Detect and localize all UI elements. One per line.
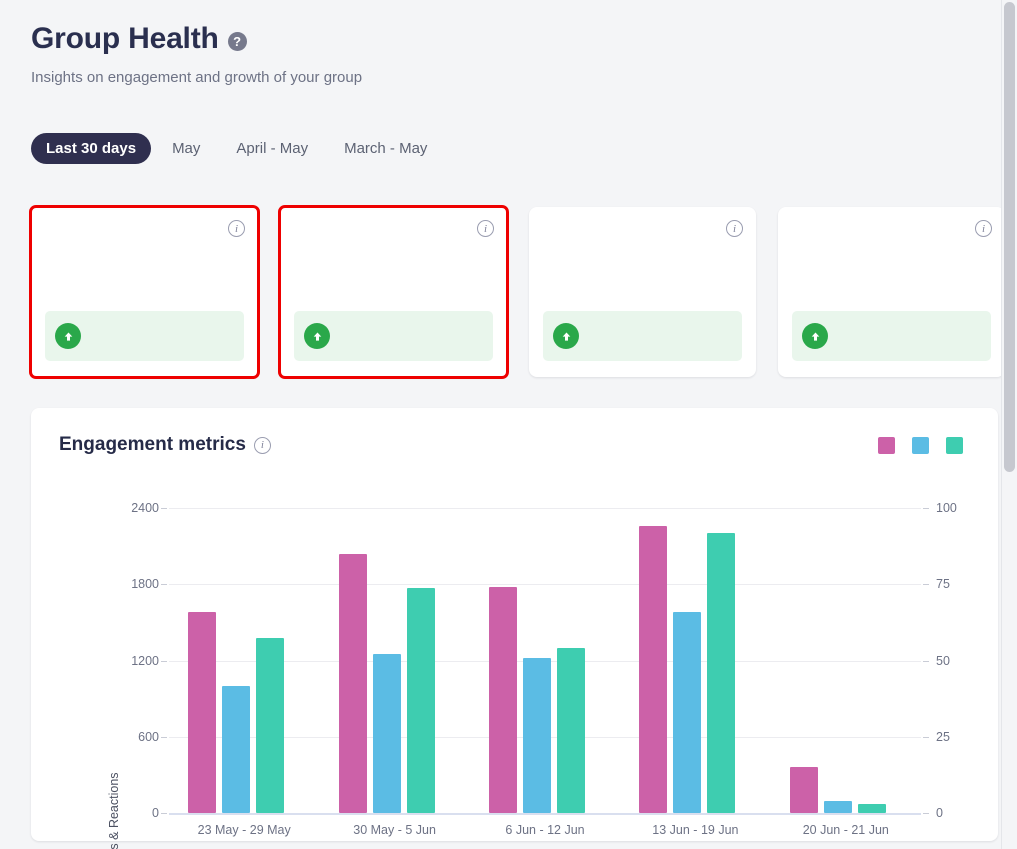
- y-axis-tickmark-right: [923, 660, 929, 662]
- kpi-card-activity-rate[interactable]: i: [278, 205, 509, 379]
- y-axis-tick-left: 1200: [131, 653, 159, 668]
- bar-posts-2[interactable]: [489, 587, 517, 813]
- arrow-up-icon: [304, 323, 330, 349]
- bar-reactions-3[interactable]: [707, 533, 736, 813]
- bar-posts-3[interactable]: [639, 526, 668, 813]
- bar-comments-0[interactable]: [222, 685, 251, 813]
- engagement-metrics-card: Engagement metrics i 0 600 1200 1800 2400 0 25…: [31, 408, 998, 849]
- vertical-scrollbar[interactable]: [1001, 0, 1017, 849]
- bar-comments-4[interactable]: [823, 800, 852, 813]
- chart-gridline: [169, 584, 921, 586]
- y-axis-tick-right: 0: [936, 806, 943, 820]
- kpi-card-row: iiii: [29, 205, 1005, 379]
- kpi-delta-badge: [294, 311, 493, 361]
- page-title: Group Health: [31, 22, 219, 55]
- x-axis-tick-label: 30 May - 5 Jun: [353, 823, 436, 837]
- y-axis-tick-right: 75: [936, 577, 950, 592]
- page-subtitle: Insights on engagement and growth of you…: [31, 69, 363, 86]
- kpi-card-conversations[interactable]: i: [778, 207, 1005, 377]
- page-header: Group Health ? Insights on engagement an…: [31, 22, 971, 86]
- info-circle-icon[interactable]: i: [726, 220, 743, 237]
- y-axis-tick-right: 50: [936, 653, 950, 668]
- arrow-up-icon: [55, 323, 81, 349]
- y-axis-tick-right: 100: [936, 501, 957, 515]
- tab-march-may[interactable]: March - May: [329, 133, 442, 164]
- y-axis-tick-left: 2400: [131, 501, 159, 515]
- x-axis-tick-label: 23 May - 29 May: [197, 823, 291, 837]
- date-range-tabs: Last 30 days May April - May March - May: [31, 133, 442, 164]
- y-axis-tickmark-left: [161, 508, 167, 509]
- kpi-card-engagement-rate[interactable]: i: [29, 205, 260, 379]
- y-axis-tickmark-left: [161, 813, 167, 814]
- y-axis-tickmark-left: [161, 584, 167, 586]
- bar-comments-3[interactable]: [673, 612, 702, 813]
- arrow-up-icon: [553, 323, 579, 349]
- bar-posts-0[interactable]: [188, 611, 217, 813]
- scrollbar-thumb[interactable]: [1004, 2, 1015, 472]
- y-axis-tickmark-right: [923, 584, 929, 586]
- title-row: Group Health ?: [31, 22, 971, 56]
- info-circle-icon[interactable]: i: [228, 220, 245, 237]
- kpi-delta-badge: [543, 311, 742, 361]
- y-axis-tickmark-right: [923, 736, 929, 738]
- x-axis-tick-label: 6 Jun - 12 Jun: [505, 823, 585, 837]
- kpi-card-posts[interactable]: i: [529, 207, 756, 377]
- y-axis-tickmark-left: [161, 736, 167, 738]
- x-axis-tick-label: 20 Jun - 21 Jun: [802, 823, 889, 837]
- y-axis-tickmark-right: [923, 813, 929, 814]
- info-circle-icon[interactable]: i: [975, 220, 992, 237]
- chart-baseline: [169, 813, 921, 815]
- y-axis-tickmark-left: [161, 660, 167, 662]
- bar-comments-1[interactable]: [372, 654, 401, 813]
- group-health-page: Group Health ? Insights on engagement an…: [0, 0, 1017, 849]
- y-axis-tick-left: 600: [138, 729, 159, 744]
- kpi-delta-badge: [792, 311, 991, 361]
- bar-reactions-1[interactable]: [406, 588, 435, 813]
- tab-last-30-days[interactable]: Last 30 days: [31, 133, 152, 164]
- bar-reactions-2[interactable]: [557, 647, 585, 813]
- info-circle-icon[interactable]: i: [477, 220, 494, 237]
- tab-april-may[interactable]: April - May: [221, 133, 323, 164]
- y-axis-tick-left: 1800: [131, 577, 159, 592]
- bar-reactions-0[interactable]: [256, 637, 285, 813]
- bar-posts-1[interactable]: [338, 553, 367, 813]
- arrow-up-icon: [802, 323, 828, 349]
- bar-chart-plot: 06001200180024000255075100Volume for Com…: [31, 408, 998, 849]
- question-mark-circle-icon[interactable]: ?: [227, 32, 247, 51]
- chart-gridline: [169, 508, 921, 509]
- tab-may[interactable]: May: [157, 133, 215, 164]
- kpi-delta-badge: [45, 311, 244, 361]
- y-axis-tick-right: 25: [936, 729, 950, 744]
- bar-posts-4[interactable]: [789, 767, 818, 813]
- y-axis-tickmark-right: [923, 508, 929, 509]
- bar-reactions-4[interactable]: [857, 804, 886, 813]
- x-axis-tick-label: 13 Jun - 19 Jun: [652, 823, 739, 837]
- bar-comments-2[interactable]: [523, 657, 551, 813]
